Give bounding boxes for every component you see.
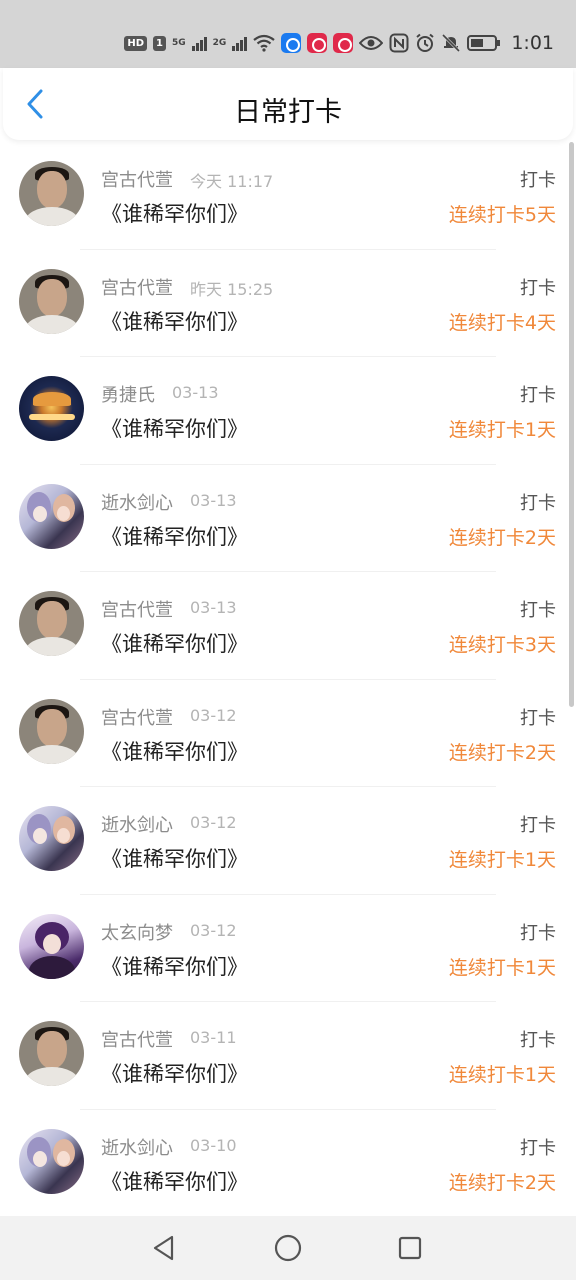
streak-label: 连续打卡2天 <box>448 741 556 764</box>
streak-label: 连续打卡1天 <box>448 956 556 979</box>
list-item[interactable]: 太玄向梦 03-12 《谁稀罕你们》 打卡连续打卡1天 <box>0 895 576 1003</box>
list-item[interactable]: 宫古代萱 昨天 15:25 《谁稀罕你们》 打卡连续打卡4天 <box>0 250 576 358</box>
scrollbar[interactable] <box>569 142 574 707</box>
avatar[interactable] <box>19 376 84 441</box>
checkin-time: 03-12 <box>190 705 237 725</box>
square-recent-icon <box>398 1236 422 1260</box>
streak-label: 连续打卡1天 <box>448 1064 556 1086</box>
app-notification-icon-3 <box>333 33 354 53</box>
nav-home-button[interactable] <box>270 1230 306 1266</box>
user-name[interactable]: 逝水剑心 <box>101 811 173 837</box>
streak-label: 连续打卡1天 <box>448 419 556 441</box>
checkin-time: 今天 11:17 <box>190 172 274 191</box>
user-name[interactable]: 勇捷氏 <box>101 381 155 407</box>
streak-label: 连续打卡2天 <box>448 526 556 549</box>
book-title: 《谁稀罕你们》 <box>101 954 248 979</box>
checkin-time: 03-11 <box>190 1028 237 1047</box>
signal-icon <box>191 35 207 51</box>
nfc-icon <box>389 33 409 53</box>
checkin-action-label: 打卡 <box>520 600 556 621</box>
nav-back-button[interactable] <box>146 1230 182 1266</box>
book-title: 《谁稀罕你们》 <box>101 417 248 441</box>
checkin-action-label: 打卡 <box>520 385 556 406</box>
checkin-action-label: 打卡 <box>520 277 556 299</box>
triangle-back-icon <box>153 1235 174 1261</box>
hd-badge: HD <box>124 35 148 51</box>
list-item[interactable]: 逝水剑心 03-10 《谁稀罕你们》 打卡连续打卡2天 <box>0 1110 576 1218</box>
network-5g-label: 5G <box>172 37 186 48</box>
book-title: 《谁稀罕你们》 <box>101 632 248 656</box>
wifi-icon <box>253 34 276 52</box>
avatar[interactable] <box>19 1128 84 1194</box>
book-title: 《谁稀罕你们》 <box>101 309 248 334</box>
checkin-time: 03-13 <box>190 490 237 510</box>
user-name[interactable]: 宫古代萱 <box>101 274 173 300</box>
user-name[interactable]: 逝水剑心 <box>101 1134 173 1160</box>
status-bar: HD 1 5G 2G 1:01 <box>0 0 576 68</box>
book-title: 《谁稀罕你们》 <box>101 1169 248 1194</box>
signal-icon-2 <box>232 35 248 51</box>
list-item[interactable]: 逝水剑心 03-12 《谁稀罕你们》 打卡连续打卡1天 <box>0 787 576 895</box>
book-title: 《谁稀罕你们》 <box>101 1062 248 1086</box>
battery-icon <box>467 35 501 51</box>
avatar[interactable] <box>19 698 84 764</box>
streak-label: 连续打卡2天 <box>448 1171 556 1194</box>
clock: 1:01 <box>511 32 554 54</box>
avatar[interactable] <box>19 913 84 979</box>
avatar[interactable] <box>19 1021 84 1086</box>
page-title: 日常打卡 <box>234 97 342 128</box>
app-notification-icon <box>281 33 302 53</box>
list-item[interactable]: 宫古代萱 03-11 《谁稀罕你们》 打卡连续打卡1天 <box>0 1002 576 1110</box>
circle-home-icon <box>274 1234 302 1262</box>
list-item[interactable]: 宫古代萱 03-12 《谁稀罕你们》 打卡连续打卡2天 <box>0 680 576 788</box>
avatar[interactable] <box>19 268 84 334</box>
checkin-time: 03-12 <box>190 920 237 940</box>
streak-label: 连续打卡4天 <box>448 311 556 334</box>
checkin-time: 03-13 <box>172 383 219 402</box>
status-icons: HD 1 5G 2G 1:01 <box>124 30 554 56</box>
app-notification-icon-2 <box>307 33 328 53</box>
checkin-action-label: 打卡 <box>520 492 556 514</box>
book-title: 《谁稀罕你们》 <box>101 202 248 226</box>
checkin-time: 昨天 15:25 <box>190 279 274 299</box>
user-name[interactable]: 逝水剑心 <box>101 489 173 515</box>
checkin-time: 03-13 <box>190 598 237 617</box>
streak-label: 连续打卡3天 <box>448 634 556 656</box>
book-title: 《谁稀罕你们》 <box>101 847 248 871</box>
checkin-action-label: 打卡 <box>520 1030 556 1051</box>
checkin-time: 03-10 <box>190 1135 237 1155</box>
mute-bell-icon <box>442 33 461 53</box>
checkin-action-label: 打卡 <box>520 707 556 729</box>
checkin-action-label: 打卡 <box>520 922 556 944</box>
user-name[interactable]: 宫古代萱 <box>101 166 173 192</box>
user-name[interactable]: 宫古代萱 <box>101 704 173 730</box>
list-item[interactable]: 宫古代萱 03-13 《谁稀罕你们》 打卡连续打卡3天 <box>0 572 576 680</box>
eye-icon <box>359 36 384 50</box>
avatar[interactable] <box>19 483 84 549</box>
nav-recent-button[interactable] <box>392 1230 428 1266</box>
user-name[interactable]: 宫古代萱 <box>101 1026 173 1052</box>
checkin-action-label: 打卡 <box>520 1137 556 1159</box>
list-item[interactable]: 宫古代萱 今天 11:17 《谁稀罕你们》 打卡连续打卡5天 <box>0 142 576 250</box>
checkin-action-label: 打卡 <box>520 170 556 191</box>
book-title: 《谁稀罕你们》 <box>101 524 248 549</box>
avatar[interactable] <box>19 161 84 226</box>
book-title: 《谁稀罕你们》 <box>101 739 248 764</box>
avatar[interactable] <box>19 591 84 656</box>
app-header: 日常打卡 <box>3 68 573 140</box>
avatar[interactable] <box>19 806 84 871</box>
streak-label: 连续打卡5天 <box>448 204 556 226</box>
system-nav-bar <box>0 1216 576 1280</box>
streak-label: 连续打卡1天 <box>448 849 556 871</box>
list-item[interactable]: 逝水剑心 03-13 《谁稀罕你们》 打卡连续打卡2天 <box>0 465 576 573</box>
checkin-action-label: 打卡 <box>520 815 556 836</box>
checkin-time: 03-12 <box>190 813 237 832</box>
checkin-list: 宫古代萱 今天 11:17 《谁稀罕你们》 打卡 连续打卡5天 宫古代萱 昨天 15:25 《… <box>0 142 576 1217</box>
alarm-icon <box>416 33 434 52</box>
user-name[interactable]: 太玄向梦 <box>101 919 173 945</box>
user-name[interactable]: 宫古代萱 <box>101 596 173 622</box>
sim-badge: 1 <box>153 35 167 51</box>
network-2g-label: 2G <box>212 37 227 48</box>
list-item[interactable]: 勇捷氏 03-13 《谁稀罕你们》 打卡连续打卡1天 <box>0 357 576 465</box>
